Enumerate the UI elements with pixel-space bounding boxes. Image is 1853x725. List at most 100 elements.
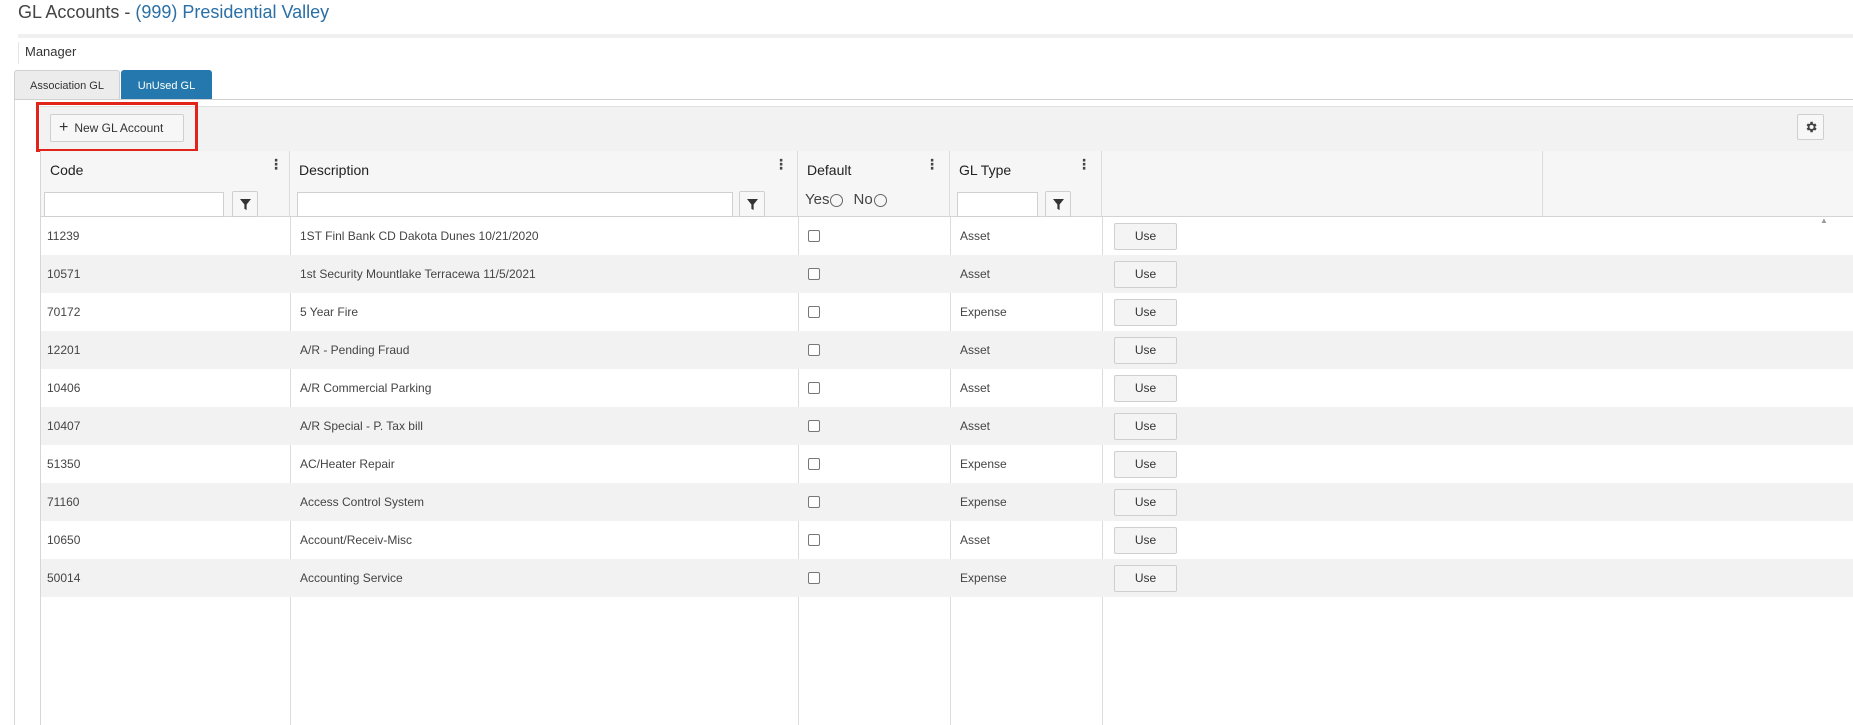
settings-button[interactable] <box>1797 114 1824 140</box>
column-menu-icon[interactable]: ⋮ <box>925 157 939 171</box>
row-code: 70172 <box>47 305 81 319</box>
row-description: 1st Security Mountlake Terracewa 11/5/20… <box>300 267 536 281</box>
row-description: Account/Receiv-Misc <box>300 533 413 547</box>
scroll-up-arrow-icon[interactable]: ▲ <box>1820 216 1828 225</box>
row-gl-type: Asset <box>960 419 991 433</box>
default-yes-radio[interactable] <box>830 194 844 207</box>
table-row: 51350 AC/Heater Repair Expense Use <box>41 445 1853 483</box>
table-row: 10571 1st Security Mountlake Terracewa 1… <box>41 255 1853 293</box>
table-row: 10406 A/R Commercial Parking Asset Use <box>41 369 1853 407</box>
use-button[interactable]: Use <box>1114 489 1177 516</box>
row-code: 10650 <box>47 533 81 547</box>
description-filter-button[interactable] <box>739 191 765 217</box>
association-name-link[interactable]: (999) Presidential Valley <box>135 2 329 22</box>
column-header-default: Default <box>807 162 852 178</box>
row-code: 10406 <box>47 381 81 395</box>
row-default-checkbox[interactable] <box>808 268 820 280</box>
column-description: Description ⋮ <box>290 151 798 217</box>
filter-icon <box>1052 198 1064 210</box>
row-default-checkbox[interactable] <box>808 344 820 356</box>
use-button[interactable]: Use <box>1114 375 1177 402</box>
row-description: 1ST Finl Bank CD Dakota Dunes 10/21/2020 <box>300 229 539 243</box>
row-description: A/R Special - P. Tax bill <box>300 419 423 433</box>
column-menu-icon[interactable]: ⋮ <box>774 157 788 171</box>
use-button[interactable]: Use <box>1114 565 1177 592</box>
row-description: A/R - Pending Fraud <box>300 343 410 357</box>
row-code: 50014 <box>47 571 81 585</box>
code-filter-button[interactable] <box>232 191 258 217</box>
row-gl-type: Expense <box>960 457 1007 471</box>
page-title-prefix: GL Accounts - <box>18 2 136 22</box>
row-description: AC/Heater Repair <box>300 457 395 471</box>
manager-section: Manager <box>18 42 1853 64</box>
row-description: Accounting Service <box>300 571 403 585</box>
row-gl-type: Asset <box>960 381 991 395</box>
filter-icon <box>239 198 251 210</box>
gl-accounts-grid: Code ⋮ Description ⋮ Default ⋮ Yes No GL… <box>40 151 1853 725</box>
row-gl-type: Expense <box>960 495 1007 509</box>
tab-unused-gl[interactable]: UnUsed GL <box>121 70 212 100</box>
column-action <box>1102 151 1543 216</box>
use-button[interactable]: Use <box>1114 337 1177 364</box>
row-default-checkbox[interactable] <box>808 382 820 394</box>
column-menu-icon[interactable]: ⋮ <box>269 157 283 171</box>
default-no-radio[interactable] <box>873 194 887 207</box>
row-code: 12201 <box>47 343 81 357</box>
row-description: A/R Commercial Parking <box>300 381 432 395</box>
row-default-checkbox[interactable] <box>808 572 820 584</box>
manager-label: Manager <box>25 44 77 59</box>
grid-body: 11239 1ST Finl Bank CD Dakota Dunes 10/2… <box>41 217 1853 597</box>
top-divider <box>18 34 1853 38</box>
table-row: 10407 A/R Special - P. Tax bill Asset Us… <box>41 407 1853 445</box>
use-button[interactable]: Use <box>1114 413 1177 440</box>
table-row: 71160 Access Control System Expense Use <box>41 483 1853 521</box>
default-no-label: No <box>853 191 873 208</box>
row-gl-type: Expense <box>960 571 1007 585</box>
use-button[interactable]: Use <box>1114 527 1177 554</box>
row-gl-type: Expense <box>960 305 1007 319</box>
gl-type-filter-input[interactable] <box>957 192 1038 217</box>
column-header-description: Description <box>299 162 370 178</box>
row-code: 51350 <box>47 457 81 471</box>
row-gl-type: Asset <box>960 533 991 547</box>
table-row: 12201 A/R - Pending Fraud Asset Use <box>41 331 1853 369</box>
code-filter-input[interactable] <box>44 192 224 217</box>
use-button[interactable]: Use <box>1114 299 1177 326</box>
description-filter-input[interactable] <box>297 192 733 217</box>
row-code: 71160 <box>47 495 80 509</box>
use-button[interactable]: Use <box>1114 223 1177 250</box>
table-row: 10650 Account/Receiv-Misc Asset Use <box>41 521 1853 559</box>
column-default: Default ⋮ Yes No <box>798 151 950 216</box>
row-gl-type: Asset <box>960 229 991 243</box>
row-code: 11239 <box>47 229 80 243</box>
use-button[interactable]: Use <box>1114 451 1177 478</box>
use-button[interactable]: Use <box>1114 261 1177 288</box>
row-default-checkbox[interactable] <box>808 420 820 432</box>
column-gl-type: GL Type ⋮ <box>950 151 1102 217</box>
row-gl-type: Asset <box>960 267 991 281</box>
row-code: 10407 <box>47 419 81 433</box>
row-code: 10571 <box>47 267 81 281</box>
table-row: 11239 1ST Finl Bank CD Dakota Dunes 10/2… <box>41 217 1853 255</box>
filter-icon <box>746 198 758 210</box>
row-default-checkbox[interactable] <box>808 306 820 318</box>
row-default-checkbox[interactable] <box>808 534 820 546</box>
row-default-checkbox[interactable] <box>808 458 820 470</box>
default-filter-radios: Yes No <box>805 191 891 208</box>
tab-association-gl[interactable]: Association GL <box>14 70 120 100</box>
column-menu-icon[interactable]: ⋮ <box>1077 157 1091 171</box>
row-default-checkbox[interactable] <box>808 230 820 242</box>
table-row: 50014 Accounting Service Expense Use <box>41 559 1853 597</box>
default-yes-label: Yes <box>805 191 830 208</box>
gear-icon <box>1806 121 1817 133</box>
grid-toolbar <box>40 106 1853 153</box>
highlight-annotation <box>36 102 198 152</box>
row-default-checkbox[interactable] <box>808 496 820 508</box>
gl-type-filter-button[interactable] <box>1045 191 1071 217</box>
table-row: 70172 5 Year Fire Expense Use <box>41 293 1853 331</box>
row-description: 5 Year Fire <box>300 305 359 319</box>
column-header-code: Code <box>50 162 84 178</box>
row-description: Access Control System <box>300 495 425 509</box>
page-title: GL Accounts - (999) Presidential Valley <box>18 2 329 23</box>
column-code: Code ⋮ <box>41 151 290 217</box>
